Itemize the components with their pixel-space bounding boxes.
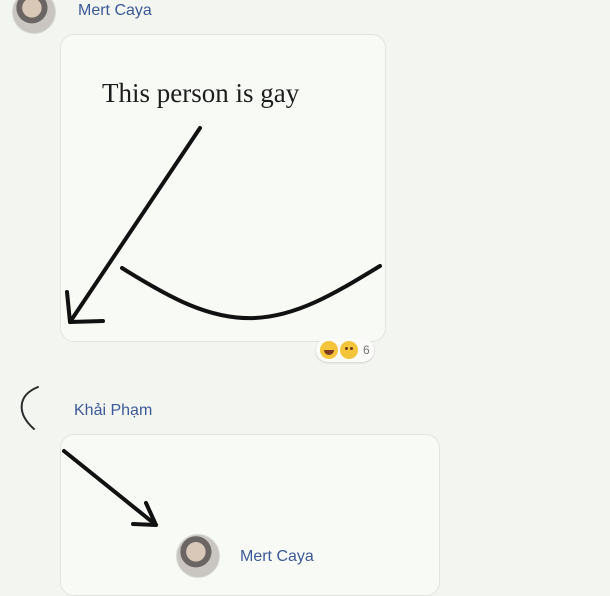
quoted-name: Mert Caya	[240, 548, 314, 565]
down-right-arrow	[62, 449, 158, 527]
meme-drawing	[62, 449, 158, 527]
quoted-avatar	[176, 534, 220, 578]
